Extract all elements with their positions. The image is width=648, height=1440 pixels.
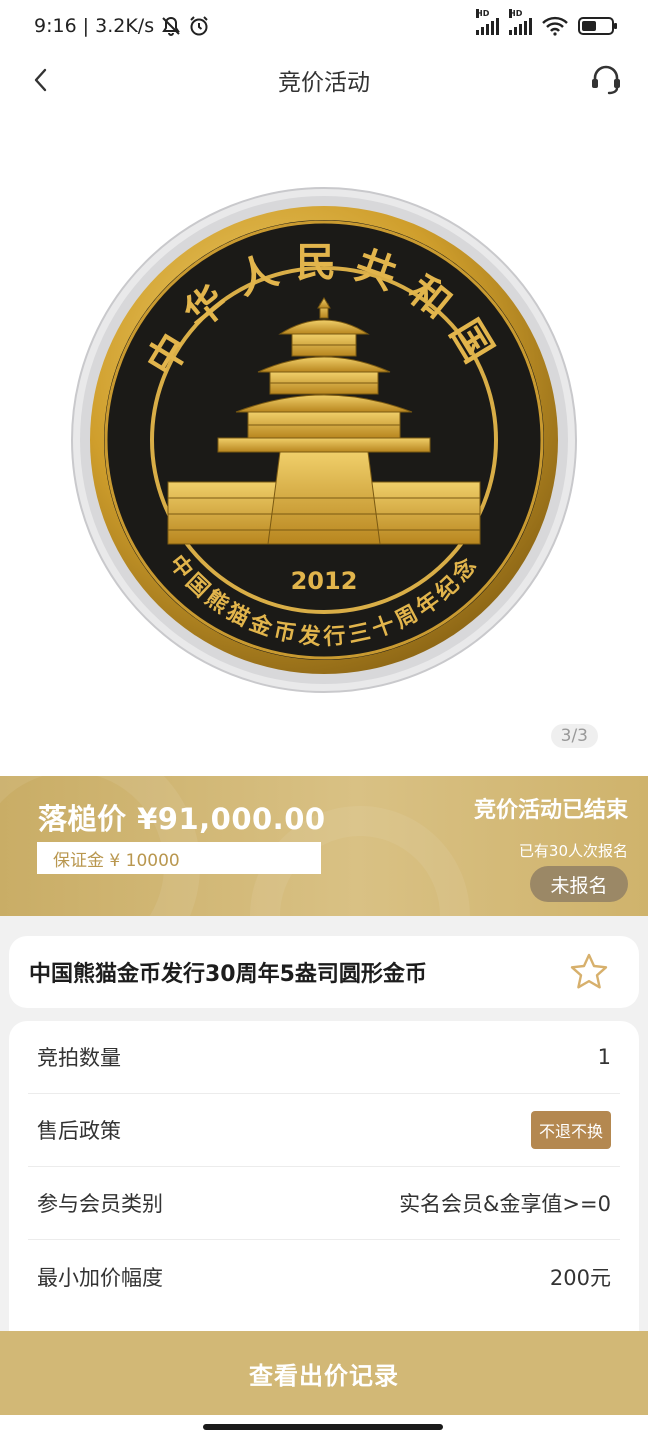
auction-status: 竞价活动已结束	[473, 798, 628, 823]
page-title: 竞价活动	[278, 70, 370, 96]
back-arrow-icon[interactable]	[28, 66, 56, 94]
auction-info-card: 竞拍数量 1 售后政策 不退不换 参与会员类别 实名会员&金享值>=0 最小加价…	[9, 1021, 639, 1351]
alarm-icon	[190, 16, 208, 36]
hammer-price: 落槌价 ¥91,000.00	[38, 802, 326, 836]
info-row-min-increment: 最小加价幅度 200元	[28, 1240, 620, 1313]
info-row-quantity: 竞拍数量 1	[28, 1021, 620, 1094]
customer-service-icon[interactable]	[588, 62, 624, 98]
status-net-speed: | 3.2K/s	[82, 15, 155, 37]
image-page-indicator: 3/3	[550, 724, 598, 748]
info-value: 200元	[549, 1265, 611, 1290]
status-left: 9:16 | 3.2K/s	[34, 15, 210, 37]
info-label: 参与会员类别	[37, 1192, 163, 1216]
info-label: 售后政策	[37, 1119, 121, 1143]
battery-icon	[578, 17, 617, 35]
product-title-card: 中国熊猫金币发行30周年5盎司圆形金币	[9, 936, 639, 1008]
product-image-gallery[interactable]: 中华人民共和国 中国熊猫金币发行三十周年纪念 2012 3/3	[0, 108, 648, 776]
favorite-star-icon[interactable]	[569, 952, 609, 992]
status-time: 9:16	[34, 15, 77, 37]
info-row-after-sale: 售后政策 不退不换	[28, 1094, 620, 1167]
signal-1-icon: HD	[476, 9, 499, 35]
header: 竞价活动	[0, 52, 648, 108]
mute-bell-icon	[162, 16, 180, 37]
info-row-member-type: 参与会员类别 实名会员&金享值>=0	[28, 1167, 620, 1240]
status-bar: 9:16 | 3.2K/s HD HD	[0, 0, 648, 52]
info-label: 竞拍数量	[37, 1046, 121, 1070]
home-indicator[interactable]	[203, 1424, 443, 1430]
no-return-badge: 不退不换	[530, 1111, 611, 1149]
view-bid-records-button[interactable]: 查看出价记录	[0, 1331, 648, 1415]
info-label: 最小加价幅度	[37, 1265, 163, 1290]
register-button[interactable]: 未报名	[530, 866, 628, 902]
info-value: 实名会员&金享值>=0	[399, 1192, 611, 1216]
gold-coin-image: 中华人民共和国 中国熊猫金币发行三十周年纪念 2012	[71, 187, 577, 693]
deposit-amount: 保证金 ¥ 10000	[37, 842, 321, 874]
wifi-icon	[542, 16, 568, 36]
battery-level	[582, 21, 596, 31]
info-value: 1	[597, 1045, 611, 1069]
status-right: HD HD	[476, 9, 617, 36]
registered-count: 已有30人次报名	[518, 842, 628, 860]
coin-year: 2012	[291, 567, 358, 595]
product-title: 中国熊猫金币发行30周年5盎司圆形金币	[29, 962, 427, 987]
signal-2-icon: HD	[509, 9, 532, 35]
